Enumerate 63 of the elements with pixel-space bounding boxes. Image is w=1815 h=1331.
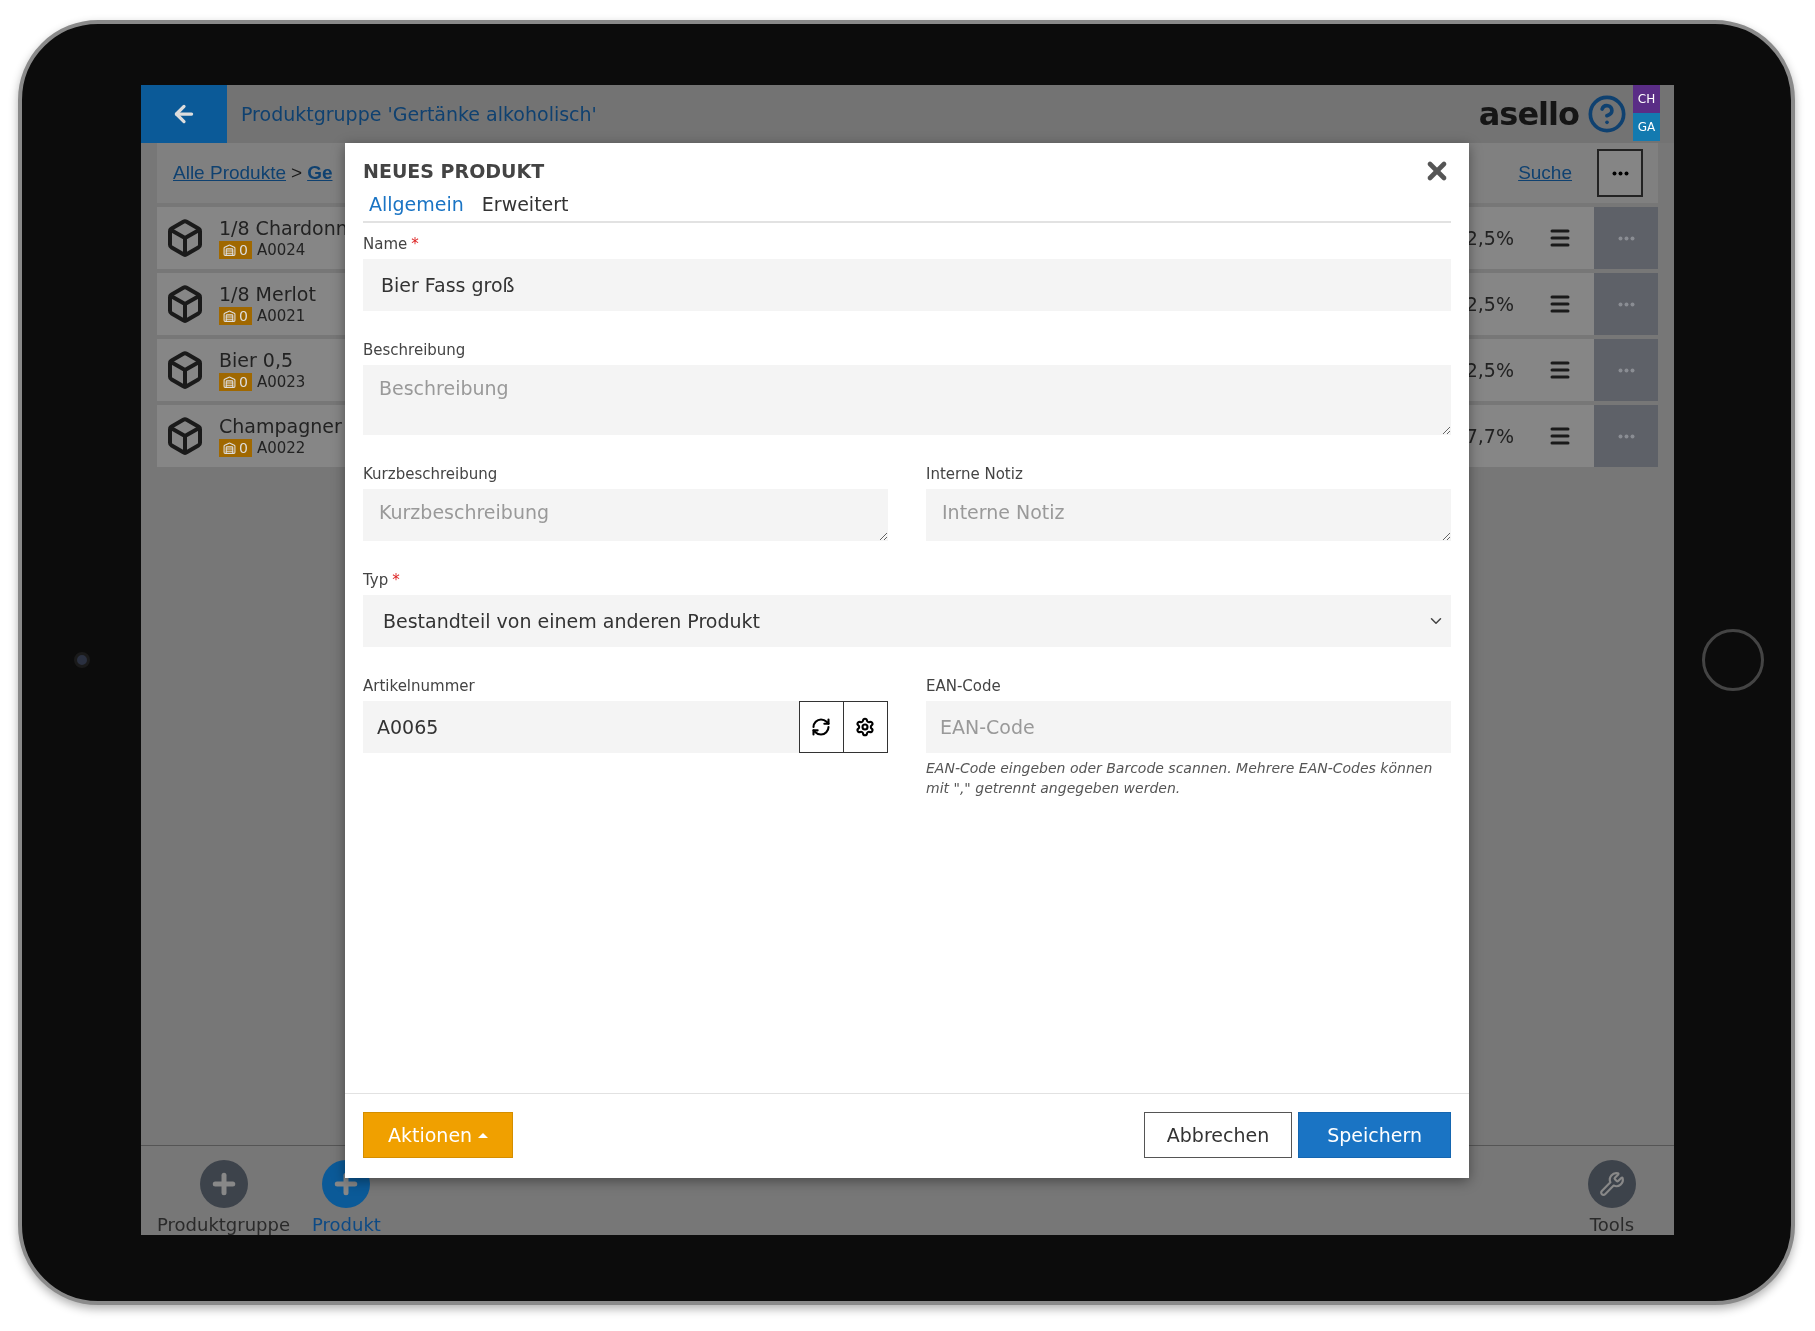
search-link[interactable]: Suche	[1518, 162, 1572, 184]
short-description-field[interactable]: Kurzbeschreibung	[363, 489, 888, 541]
cube-icon	[165, 218, 205, 258]
wrench-icon	[1599, 1171, 1625, 1197]
internal-note-field[interactable]: Interne Notiz	[926, 489, 1451, 541]
field-label: Name *	[363, 235, 420, 253]
stock-badge: 0	[219, 307, 252, 325]
field-hint: EAN-Code eingeben oder Barcode scannen. Mehrere EAN-Codes können mit "," getrennt angegeben werden.	[926, 759, 1434, 798]
product-sku: A0023	[256, 373, 306, 391]
field-label: Beschreibung	[363, 341, 467, 359]
page-title: Produktgruppe 'Gertänke alkoholisch'	[241, 103, 598, 125]
description-field[interactable]: Beschreibung	[363, 365, 1451, 435]
caret-icon	[478, 1132, 489, 1138]
stock-badge: 0	[219, 439, 252, 457]
cube-icon	[165, 350, 205, 390]
breadcrumb-separator: >	[291, 162, 303, 184]
cube-icon	[165, 416, 205, 456]
field-label: Interne Notiz	[926, 465, 1024, 483]
gear-icon	[855, 717, 876, 737]
name-field[interactable]: Bier Fass groß	[363, 259, 1451, 311]
tax-rate: 2,5%	[1465, 227, 1514, 249]
cube-icon	[165, 284, 205, 324]
ellipsis-icon	[1617, 433, 1635, 439]
field-label: Kurzbeschreibung	[363, 465, 499, 483]
dialog-title: NEUES PRODUKT	[363, 160, 545, 182]
more-button[interactable]	[1597, 149, 1643, 197]
breadcrumb-link[interactable]: Alle Produkte	[173, 162, 286, 184]
breadcrumb-link[interactable]: Ge	[307, 162, 333, 184]
stock-badge: 0	[219, 241, 252, 259]
ellipsis-icon	[1617, 301, 1635, 307]
field-label: EAN-Code	[926, 677, 1002, 695]
product-sku: A0021	[256, 307, 306, 325]
cancel-button[interactable]: Abbrechen	[1143, 1112, 1293, 1158]
product-sku: A0024	[256, 241, 306, 259]
type-select[interactable]: Bestandteil von einem anderen Produkt	[363, 595, 1451, 647]
settings-button[interactable]	[842, 701, 888, 753]
tab[interactable]: Erweitert	[481, 193, 569, 215]
field-label: Typ *	[363, 571, 401, 589]
field-label: Artikelnummer	[363, 677, 476, 695]
tax-rate: 2,5%	[1465, 293, 1514, 315]
product-name: Champagner	[219, 415, 342, 437]
user-badge[interactable]: CH	[1633, 85, 1660, 113]
article-number-field[interactable]: A0065	[363, 701, 800, 753]
product-name: 1/8 Chardonn	[219, 217, 348, 239]
tax-rate: 2,5%	[1465, 359, 1514, 381]
tab[interactable]: Allgemein	[369, 193, 464, 215]
refresh-button[interactable]	[798, 701, 844, 753]
ean-field[interactable]: EAN-Code	[926, 701, 1451, 753]
product-sku: A0022	[256, 439, 306, 457]
ellipsis-icon	[1611, 170, 1629, 176]
product-name: 1/8 Merlot	[219, 283, 316, 305]
stock-badge: 0	[219, 373, 252, 391]
logo: asello	[1478, 95, 1579, 133]
user-badge[interactable]: GA	[1633, 113, 1660, 141]
camera-icon	[73, 652, 90, 668]
refresh-icon	[811, 717, 832, 737]
tax-rate: 7,7%	[1465, 425, 1514, 447]
save-button[interactable]: Speichern	[1298, 1112, 1451, 1158]
product-name: Bier 0,5	[219, 349, 295, 371]
add-button[interactable]: Produktgruppe	[157, 1150, 291, 1235]
ellipsis-icon	[1617, 235, 1635, 241]
ellipsis-icon	[1617, 367, 1635, 373]
back-button[interactable]	[141, 85, 227, 143]
